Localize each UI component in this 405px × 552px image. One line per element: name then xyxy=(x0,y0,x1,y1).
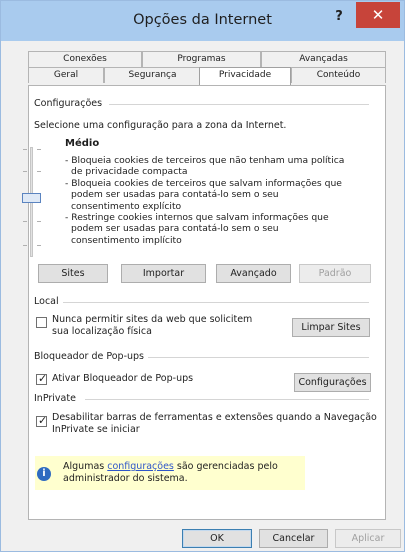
checkmark-icon: ✓ xyxy=(38,414,48,427)
privacy-level-description: - Bloqueia cookies de terceiros que não … xyxy=(65,155,363,246)
description-line: de privacidade compacta xyxy=(71,166,188,178)
info-line2: administrador do sistema. xyxy=(63,472,188,484)
apply-button[interactable]: Aplicar xyxy=(335,529,401,548)
local-divider xyxy=(63,302,369,303)
checkmark-icon: ✓ xyxy=(38,372,48,385)
info-icon: i xyxy=(37,467,51,481)
description-line: consentimento explícito xyxy=(71,200,182,212)
tab-conexoes[interactable]: Conexões xyxy=(28,51,142,67)
title-bar[interactable]: Opções da Internet ? ✕ xyxy=(1,1,404,41)
default-button[interactable]: Padrão xyxy=(299,264,371,283)
location-label-line2: sua localização física xyxy=(52,325,152,337)
help-button[interactable]: ? xyxy=(328,7,350,27)
slider-tick xyxy=(23,221,27,222)
local-heading: Local xyxy=(34,296,63,307)
location-label-line1: Nunca permitir sites da web que solicite… xyxy=(52,314,253,325)
slider-tick xyxy=(37,221,41,222)
clear-sites-button[interactable]: Limpar Sites xyxy=(292,318,370,337)
location-checkbox[interactable] xyxy=(36,317,47,328)
tab-geral[interactable]: Geral xyxy=(28,67,104,83)
slider-thumb[interactable] xyxy=(22,193,41,203)
config-instruction: Selecione uma configuração para a zona d… xyxy=(34,120,287,131)
info-suffix: são gerenciadas pelo xyxy=(173,461,278,472)
location-checkbox-label[interactable]: Nunca permitir sites da web que solicite… xyxy=(52,314,252,337)
popup-settings-button[interactable]: Configurações xyxy=(294,373,371,392)
popup-heading: Bloqueador de Pop-ups xyxy=(34,351,149,362)
advanced-button[interactable]: Avançado xyxy=(216,264,291,283)
description-line: podem ser usadas para contatá-lo sem o s… xyxy=(71,223,279,235)
inprivate-label-line1: Desabilitar barras de ferramentas e exte… xyxy=(52,412,377,423)
tab-avancadas[interactable]: Avançadas xyxy=(261,51,386,67)
internet-options-window: Opções da Internet ? ✕ Conexões Programa… xyxy=(0,0,405,552)
import-button[interactable]: Importar xyxy=(121,264,206,283)
slider-tick xyxy=(23,171,27,172)
settings-link[interactable]: configurações xyxy=(107,461,174,472)
inprivate-checkbox-label[interactable]: Desabilitar barras de ferramentas e exte… xyxy=(52,412,377,435)
config-divider xyxy=(109,104,369,105)
tab-seguranca[interactable]: Segurança xyxy=(104,67,201,83)
config-heading: Configurações xyxy=(34,98,107,109)
description-line: podem ser usadas para contatá-lo sem o s… xyxy=(71,189,279,201)
inprivate-label-line2: InPrivate se iniciar xyxy=(52,423,140,435)
description-line: - Bloqueia cookies de terceiros que não … xyxy=(65,155,345,166)
slider-tick xyxy=(37,245,41,246)
inprivate-heading: InPrivate xyxy=(34,393,80,404)
sites-button[interactable]: Sites xyxy=(38,264,108,283)
tab-privacidade[interactable]: Privacidade xyxy=(199,67,291,85)
popup-divider xyxy=(135,357,369,358)
description-line: - Restringe cookies internos que salvam … xyxy=(65,212,329,224)
slider-tick xyxy=(37,171,41,172)
tab-conteudo[interactable]: Conteúdo xyxy=(291,67,386,83)
inprivate-checkbox[interactable]: ✓ xyxy=(36,414,48,427)
slider-tick xyxy=(37,149,41,150)
slider-tick xyxy=(23,245,27,246)
inprivate-divider xyxy=(85,399,369,400)
cancel-button[interactable]: Cancelar xyxy=(259,529,328,548)
close-button[interactable]: ✕ xyxy=(356,2,400,28)
slider-tick xyxy=(23,149,27,150)
privacy-level-title: Médio xyxy=(65,138,100,149)
tab-programas[interactable]: Programas xyxy=(142,51,261,67)
description-line: consentimento implícito xyxy=(71,234,182,246)
popup-blocker-checkbox[interactable]: ✓ xyxy=(36,372,48,385)
managed-settings-text: Algumas configurações são gerenciadas pe… xyxy=(63,461,278,484)
popup-blocker-label[interactable]: Ativar Bloqueador de Pop-ups xyxy=(52,373,193,384)
ok-button[interactable]: OK xyxy=(182,529,252,548)
description-line: - Bloqueia cookies de terceiros que salv… xyxy=(65,177,342,189)
info-prefix: Algumas xyxy=(63,461,108,472)
